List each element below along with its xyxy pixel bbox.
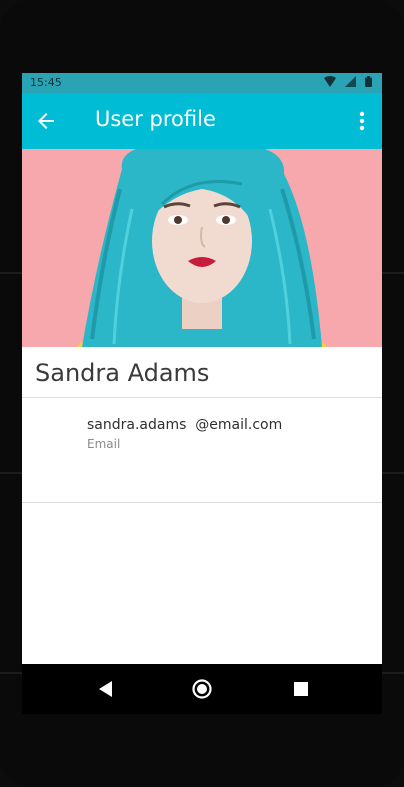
email-label: Email: [87, 437, 121, 451]
arrow-back-icon[interactable]: [34, 109, 58, 133]
recents-square-icon[interactable]: [290, 678, 312, 700]
wifi-icon: [324, 76, 336, 87]
name-section: Sandra Adams: [22, 347, 382, 398]
profile-name: Sandra Adams: [35, 359, 210, 387]
email-value[interactable]: sandra.adams @email.com: [87, 417, 282, 433]
home-circle-icon[interactable]: [191, 678, 213, 700]
system-navigation-bar: [22, 664, 382, 714]
email-section[interactable]: sandra.adams @email.com Email: [22, 398, 382, 503]
app-bar: User profile: [22, 93, 382, 149]
back-triangle-icon[interactable]: [96, 678, 118, 700]
profile-photo: [22, 149, 382, 347]
signal-icon: [345, 76, 356, 87]
phone-device: 15:45 User profile Sandra Adams sandra.a…: [0, 0, 404, 787]
app-screen: 15:45 User profile Sandra Adams sandra.a…: [22, 73, 382, 664]
status-bar: 15:45: [22, 73, 382, 93]
page-title: User profile: [95, 107, 216, 131]
status-time: 15:45: [30, 76, 62, 89]
more-vert-icon[interactable]: [352, 109, 372, 133]
status-icons: [324, 76, 372, 87]
battery-icon: [365, 76, 372, 87]
